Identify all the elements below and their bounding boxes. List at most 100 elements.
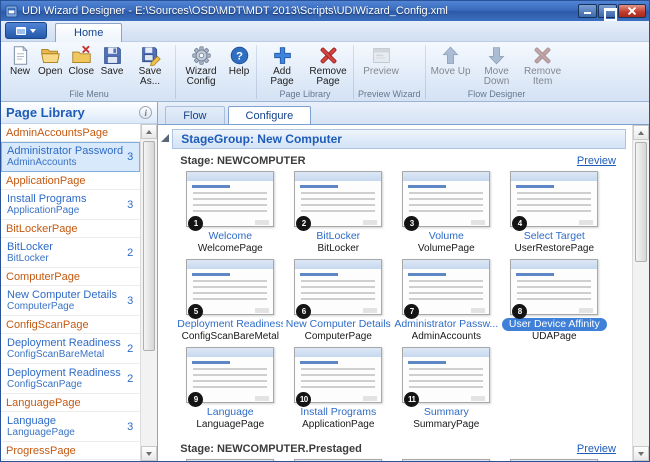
page-title[interactable]: Summary	[424, 406, 469, 419]
minimize-icon[interactable]	[578, 4, 597, 18]
page-card[interactable]: 10 Install Programs ApplicationPage	[284, 347, 392, 433]
page-card[interactable]	[284, 459, 392, 461]
item-title: Deployment Readiness	[7, 367, 123, 379]
app-window: UDI Wizard Designer - E:\Sources\OSD\MDT…	[0, 0, 650, 462]
move-up-icon	[440, 45, 461, 66]
flow-designer-canvas: StageGroup: New Computer Stage: NEWCOMPU…	[158, 125, 632, 461]
close-button[interactable]: Close	[65, 43, 97, 88]
new-document-icon	[10, 45, 31, 66]
title-bar[interactable]: UDI Wizard Designer - E:\Sources\OSD\MDT…	[1, 1, 649, 21]
collapse-triangle-icon[interactable]	[160, 133, 170, 143]
ribbon-separator	[175, 45, 176, 99]
move-up-button[interactable]: Move Up	[428, 43, 474, 88]
page-title[interactable]: Select Target	[524, 230, 585, 243]
scroll-up-icon[interactable]	[141, 124, 157, 139]
page-number-badge: 2	[296, 216, 311, 231]
move-down-button[interactable]: Move Down	[474, 43, 520, 88]
page-title[interactable]: Language	[207, 406, 254, 419]
item-subtitle: ConfigScanPage	[7, 379, 123, 390]
main-scrollbar[interactable]	[632, 125, 649, 461]
ribbon: New Open Close Save Save As...	[1, 42, 649, 102]
item-count: 2	[123, 373, 135, 385]
add-page-button[interactable]: Add Page	[259, 43, 305, 88]
remove-page-button[interactable]: Remove Page	[305, 43, 351, 88]
page-subtitle: VolumePage	[418, 243, 475, 255]
page-card[interactable]: 5 Deployment Readiness ConfigScanBareMet…	[176, 259, 284, 345]
save-button[interactable]: Save	[97, 43, 127, 88]
page-title[interactable]: Install Programs	[300, 406, 376, 419]
tab-configure[interactable]: Configure	[228, 106, 312, 125]
page-library-item[interactable]: Install Programs ApplicationPage 3	[1, 190, 140, 220]
page-card-selected[interactable]: 8 User Device Affinity UDAPage	[500, 259, 608, 345]
ribbon-group-file-menu: New Open Close Save Save As...	[4, 43, 174, 101]
page-group-header: ProgressPage	[1, 442, 140, 460]
page-card[interactable]	[392, 459, 500, 461]
page-library-item[interactable]: Deployment Readiness ConfigScanBareMetal…	[1, 334, 140, 364]
scroll-down-icon[interactable]	[633, 446, 649, 461]
preview-button[interactable]: Preview	[356, 43, 406, 88]
close-icon[interactable]	[618, 4, 646, 18]
page-subtitle: UDAPage	[532, 331, 576, 343]
remove-item-button[interactable]: Remove Item	[520, 43, 566, 88]
button-label: Move Up	[431, 67, 471, 77]
app-menu-button[interactable]	[5, 22, 47, 39]
page-title[interactable]: Welcome	[208, 230, 252, 243]
new-button[interactable]: New	[5, 43, 35, 88]
button-label: Save As...	[130, 67, 170, 87]
page-title[interactable]: User Device Affinity	[502, 318, 607, 331]
page-title[interactable]: Deployment Readiness	[177, 318, 283, 331]
page-card[interactable]: 2 BitLocker BitLocker	[284, 171, 392, 257]
chevron-down-icon	[30, 29, 36, 33]
ribbon-group-label: Page Library	[259, 88, 351, 101]
page-group-header: ConfigScanPage	[1, 316, 140, 334]
page-library-item[interactable]: New Computer Details ComputerPage 3	[1, 286, 140, 316]
page-library-item[interactable]: Deployment Readiness ConfigScanPage 2	[1, 364, 140, 394]
scroll-down-icon[interactable]	[141, 446, 157, 461]
open-button[interactable]: Open	[35, 43, 65, 88]
item-title: Administrator Password	[7, 145, 123, 157]
page-card[interactable]: 4 Select Target UserRestorePage	[500, 171, 608, 257]
stage-group-header[interactable]: StageGroup: New Computer	[172, 129, 626, 149]
help-button[interactable]: ? Help	[224, 43, 254, 98]
stage-preview-link[interactable]: Preview	[577, 443, 616, 455]
page-library-item[interactable]: BitLocker BitLocker 2	[1, 238, 140, 268]
save-as-button[interactable]: Save As...	[127, 43, 173, 88]
tab-home[interactable]: Home	[55, 23, 122, 42]
page-library-item[interactable]: Administrator Password AdminAccounts 3	[1, 142, 140, 172]
open-folder-icon	[40, 45, 61, 66]
page-card[interactable]: 9 Language LanguagePage	[176, 347, 284, 433]
page-card[interactable]: 1 Welcome WelcomePage	[176, 171, 284, 257]
page-card[interactable]	[500, 459, 608, 461]
page-card[interactable]: 3 Volume VolumePage	[392, 171, 500, 257]
wizard-config-button[interactable]: Wizard Config	[178, 43, 224, 98]
button-label: Close	[68, 67, 94, 77]
item-title: Deployment Readiness	[7, 337, 123, 349]
page-thumbnail[interactable]	[510, 459, 598, 461]
page-card[interactable]: 7 Administrator Passw... AdminAccounts	[392, 259, 500, 345]
page-title[interactable]: Administrator Passw...	[394, 318, 498, 331]
page-title[interactable]: New Computer Details	[286, 318, 391, 331]
page-thumbnail[interactable]	[402, 459, 490, 461]
page-card[interactable]	[176, 459, 284, 461]
stage-page-grid	[172, 457, 630, 461]
page-thumbnail[interactable]	[294, 459, 382, 461]
ribbon-separator	[256, 45, 257, 99]
info-icon[interactable]: i	[139, 106, 152, 119]
stage-group-title: StageGroup: New Computer	[181, 132, 342, 146]
page-title[interactable]: BitLocker	[316, 230, 360, 243]
page-library-item[interactable]: Language LanguagePage 3	[1, 412, 140, 442]
scroll-up-icon[interactable]	[633, 125, 649, 140]
item-subtitle: BitLocker	[7, 253, 123, 264]
button-label: New	[10, 67, 30, 77]
sidebar-scrollbar[interactable]	[140, 124, 157, 461]
scrollbar-thumb[interactable]	[635, 142, 647, 262]
stage-preview-link[interactable]: Preview	[577, 155, 616, 167]
page-card[interactable]: 11 Summary SummaryPage	[392, 347, 500, 433]
maximize-icon[interactable]	[598, 4, 617, 18]
svg-text:?: ?	[236, 50, 243, 62]
page-title[interactable]: Volume	[429, 230, 464, 243]
page-card[interactable]: 6 New Computer Details ComputerPage	[284, 259, 392, 345]
tab-flow[interactable]: Flow	[165, 106, 224, 125]
scrollbar-thumb[interactable]	[143, 141, 155, 351]
page-thumbnail[interactable]	[186, 459, 274, 461]
